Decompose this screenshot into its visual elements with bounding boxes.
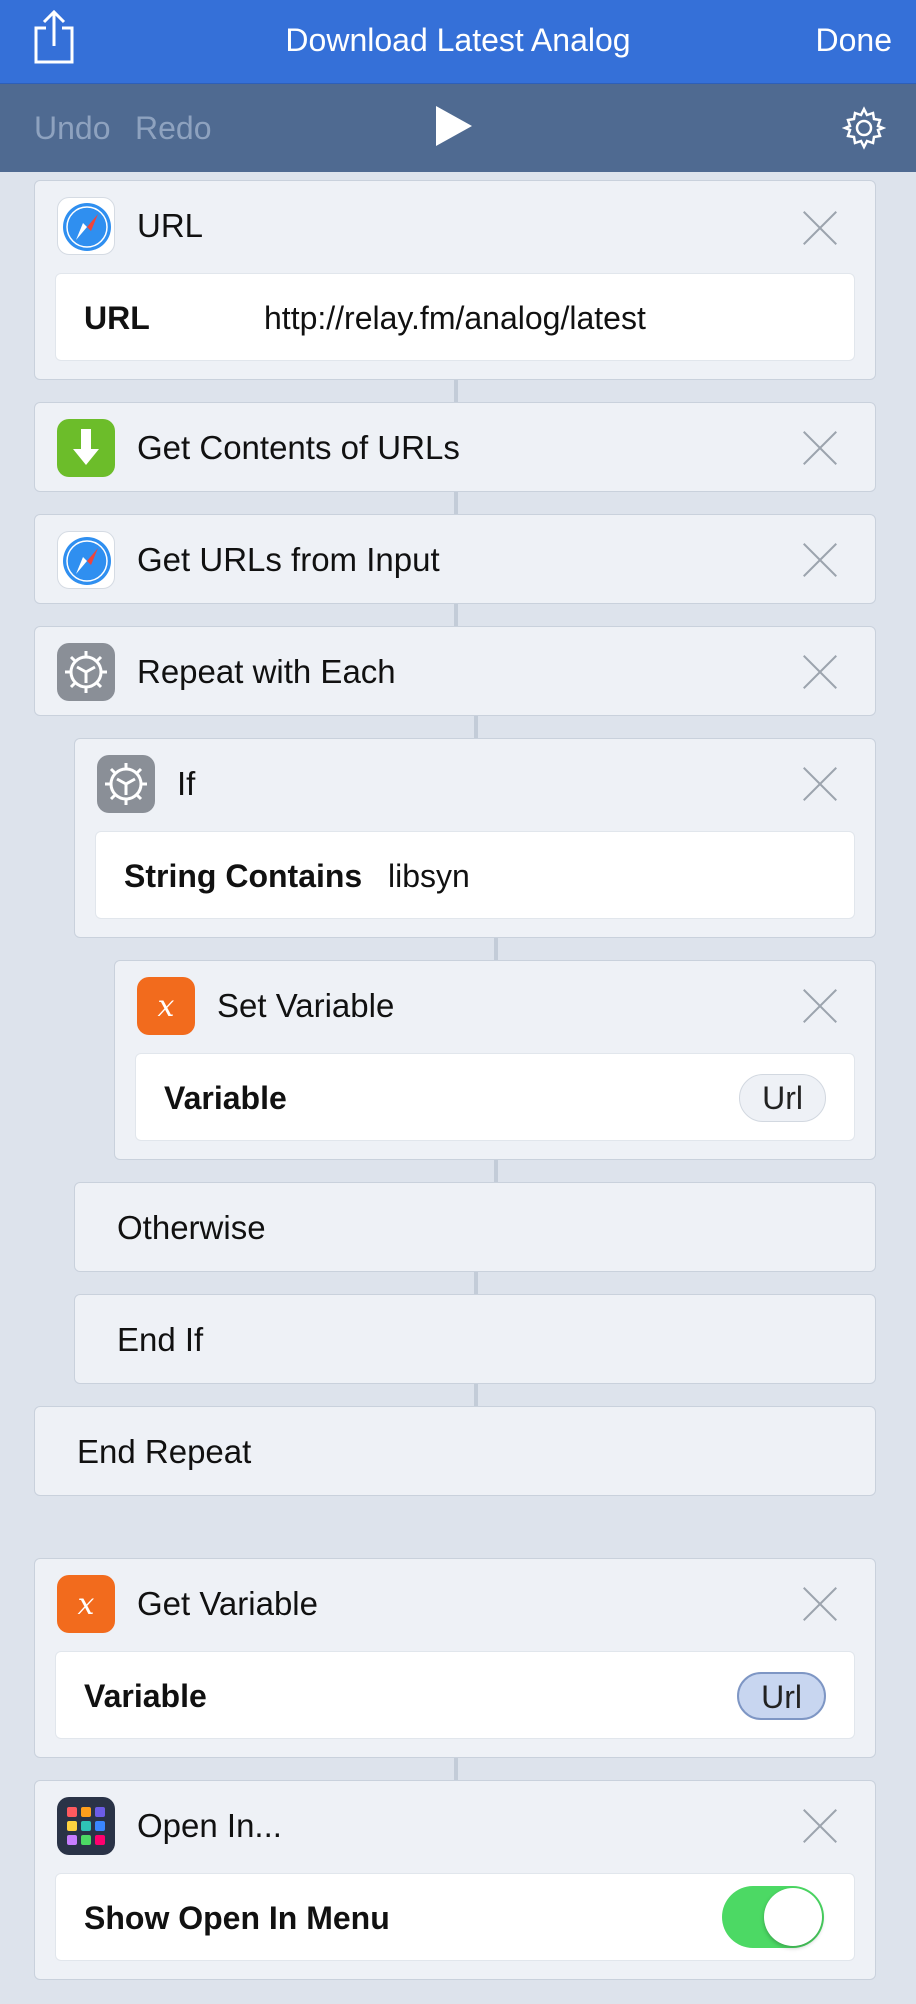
connector [454,492,458,516]
action-title: Get Variable [137,1585,318,1622]
condition-value[interactable]: libsyn [388,858,470,895]
connector [474,716,478,740]
action-otherwise[interactable]: Otherwise [74,1182,876,1272]
variable-icon: x [137,977,195,1035]
connector [474,1384,478,1408]
action-title: URL [137,207,204,244]
download-icon [57,419,115,477]
action-get-contents[interactable]: Get Contents of URLs [34,402,876,492]
toggle-knob [764,1888,822,1946]
action-title: Get URLs from Input [137,541,440,578]
action-title: End If [117,1321,204,1358]
variable-name-pill[interactable]: Url [737,1672,826,1720]
gear-icon [97,755,155,813]
close-icon[interactable] [803,1587,837,1621]
open-in-param-row[interactable]: Show Open In Menu [55,1873,855,1961]
gear-icon [57,643,115,701]
safari-icon [57,531,115,589]
connector [474,1272,478,1296]
action-open-in[interactable]: Open In... Show Open In Menu [34,1780,876,1980]
if-param-row[interactable]: String Contains libsyn [95,831,855,919]
svg-text:x: x [78,1587,95,1622]
safari-icon [57,197,115,255]
action-set-variable[interactable]: x Set Variable Variable Url [114,960,876,1160]
action-title: Open In... [137,1807,282,1844]
param-label: URL [84,300,150,336]
url-field[interactable]: http://relay.fm/analog/latest [264,300,646,337]
action-title: Repeat with Each [137,653,396,690]
action-title: Otherwise [117,1209,266,1246]
action-get-urls[interactable]: Get URLs from Input [34,514,876,604]
close-icon[interactable] [803,1809,837,1843]
show-open-in-toggle[interactable] [722,1886,824,1948]
svg-text:x: x [158,989,175,1024]
nav-bar: Download Latest Analog Done [0,0,916,84]
variable-icon: x [57,1575,115,1633]
get-variable-param-row[interactable]: Variable Url [55,1651,855,1739]
action-url[interactable]: URL URL http://relay.fm/analog/latest [34,180,876,380]
close-icon[interactable] [803,543,837,577]
action-get-variable[interactable]: x Get Variable Variable Url [34,1558,876,1758]
close-icon[interactable] [803,767,837,801]
apps-grid-icon [57,1797,115,1855]
connector [494,1160,498,1184]
action-end-repeat[interactable]: End Repeat [34,1406,876,1496]
connector [494,938,498,962]
action-if[interactable]: If String Contains libsyn [74,738,876,938]
action-repeat[interactable]: Repeat with Each [34,626,876,716]
undo-button[interactable]: Undo [34,110,111,147]
gear-icon[interactable] [842,106,886,150]
param-label: String Contains [124,858,363,894]
close-icon[interactable] [803,989,837,1023]
action-title: Set Variable [217,987,395,1024]
redo-button[interactable]: Redo [135,110,212,147]
action-title: End Repeat [77,1433,252,1470]
url-param-row[interactable]: URL http://relay.fm/analog/latest [55,273,855,361]
param-label: Variable [164,1080,287,1116]
close-icon[interactable] [803,431,837,465]
action-end-if[interactable]: End If [74,1294,876,1384]
toolbar: Undo Redo [0,84,916,172]
close-icon[interactable] [803,655,837,689]
connector [454,380,458,404]
param-label: Show Open In Menu [84,1900,390,1936]
connector [454,604,458,628]
variable-name-pill[interactable]: Url [739,1074,826,1122]
set-variable-param-row[interactable]: Variable Url [135,1053,855,1141]
action-title: If [177,765,196,802]
workflow-title: Download Latest Analog [285,22,631,58]
play-icon[interactable] [434,104,474,148]
action-title: Get Contents of URLs [137,429,460,466]
param-label: Variable [84,1678,207,1714]
close-icon[interactable] [803,211,837,245]
connector [454,1758,458,1782]
done-button[interactable]: Done [816,22,893,59]
